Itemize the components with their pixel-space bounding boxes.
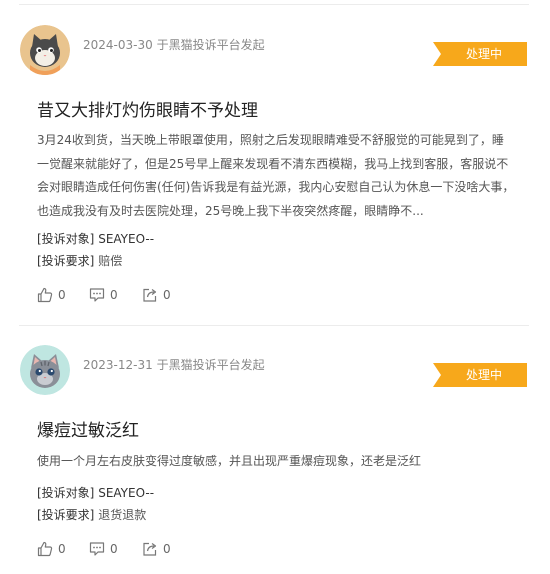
like-count: 0 [58, 288, 66, 302]
post-divider [19, 325, 529, 326]
complaint-target: [投诉对象] SEAYEO-- [37, 230, 154, 247]
status-label: 处理中 [465, 368, 502, 382]
status-label: 处理中 [465, 47, 502, 61]
complaint-request: [投诉要求] 赔偿 [37, 252, 122, 269]
complaint-target-value: SEAYEO-- [98, 232, 155, 246]
complaint-target-label: [投诉对象] [37, 232, 95, 246]
complaint-request-value: 赔偿 [98, 254, 123, 268]
thumbs-up-icon [37, 287, 53, 303]
complaint-request-label: [投诉要求] [37, 508, 95, 522]
like-count: 0 [58, 542, 66, 556]
share-count: 0 [163, 288, 171, 302]
thumbs-up-icon [37, 541, 53, 557]
post-title[interactable]: 昔又大排灯灼伤眼睛不予处理 [37, 96, 258, 121]
comment-count: 0 [110, 288, 118, 302]
comment-count: 0 [110, 542, 118, 556]
complaint-request-value: 退货退款 [98, 508, 147, 522]
post-title[interactable]: 爆痘过敏泛红 [37, 416, 139, 441]
share-icon [143, 542, 157, 556]
complaint-request: [投诉要求] 退货退款 [37, 506, 146, 523]
share-button[interactable]: 0 [142, 540, 171, 558]
post-meta: 2023-12-31 于黑猫投诉平台发起 [83, 356, 265, 373]
share-button[interactable]: 0 [142, 286, 171, 304]
post-date: 2024-03-30 [83, 38, 153, 52]
complaint-target: [投诉对象] SEAYEO-- [37, 484, 154, 501]
comment-button[interactable]: 0 [89, 540, 118, 558]
complaint-request-label: [投诉要求] [37, 254, 95, 268]
complaint-target-value: SEAYEO-- [98, 486, 155, 500]
like-button[interactable]: 0 [37, 540, 66, 558]
status-badge: 处理中 [433, 363, 527, 387]
top-divider [19, 4, 529, 5]
comment-icon [89, 542, 105, 556]
post-meta: 2024-03-30 于黑猫投诉平台发起 [83, 36, 265, 53]
complaint-target-label: [投诉对象] [37, 486, 95, 500]
post-source: 于黑猫投诉平台发起 [156, 358, 265, 372]
post-source: 于黑猫投诉平台发起 [156, 38, 265, 52]
status-badge: 处理中 [433, 42, 527, 66]
comment-button[interactable]: 0 [89, 286, 118, 304]
share-count: 0 [163, 542, 171, 556]
cat-avatar-icon[interactable] [20, 25, 70, 75]
comment-icon [89, 288, 105, 302]
post-date: 2023-12-31 [83, 358, 153, 372]
share-icon [143, 288, 157, 302]
cat-avatar-icon[interactable] [20, 345, 70, 395]
post-body: 3月24收到货，当天晚上带眼罩使用，照射之后发现眼睛难受不舒服觉的可能晃到了，睡… [37, 133, 515, 218]
like-button[interactable]: 0 [37, 286, 66, 304]
post-body: 使用一个月左右皮肤变得过度敏感，并且出现严重爆痘现象，还老是泛红 [37, 454, 422, 468]
